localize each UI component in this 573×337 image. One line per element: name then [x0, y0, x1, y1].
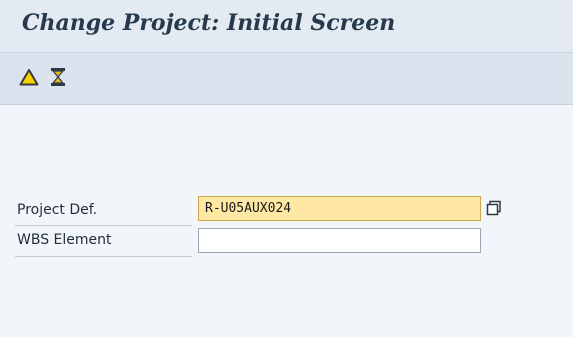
warning-button[interactable] [17, 65, 41, 89]
page-title: Change Project: Initial Screen [22, 10, 396, 36]
initial-screen-form: Project Def. WBS Element [0, 105, 573, 337]
project-def-input[interactable] [198, 196, 481, 221]
hourglass-icon [51, 68, 65, 86]
wbs-element-label: WBS Element [17, 232, 112, 248]
warning-triangle-icon [19, 69, 39, 86]
wbs-element-input[interactable] [198, 228, 481, 253]
value-help-button[interactable] [483, 197, 505, 219]
value-help-icon [486, 200, 501, 216]
project-def-label: Project Def. [17, 202, 98, 218]
project-def-label-underline [15, 225, 192, 226]
application-toolbar [0, 53, 573, 105]
hourglass-button[interactable] [46, 65, 70, 89]
wbs-element-label-underline [15, 256, 192, 257]
title-bar: Change Project: Initial Screen [0, 0, 573, 53]
